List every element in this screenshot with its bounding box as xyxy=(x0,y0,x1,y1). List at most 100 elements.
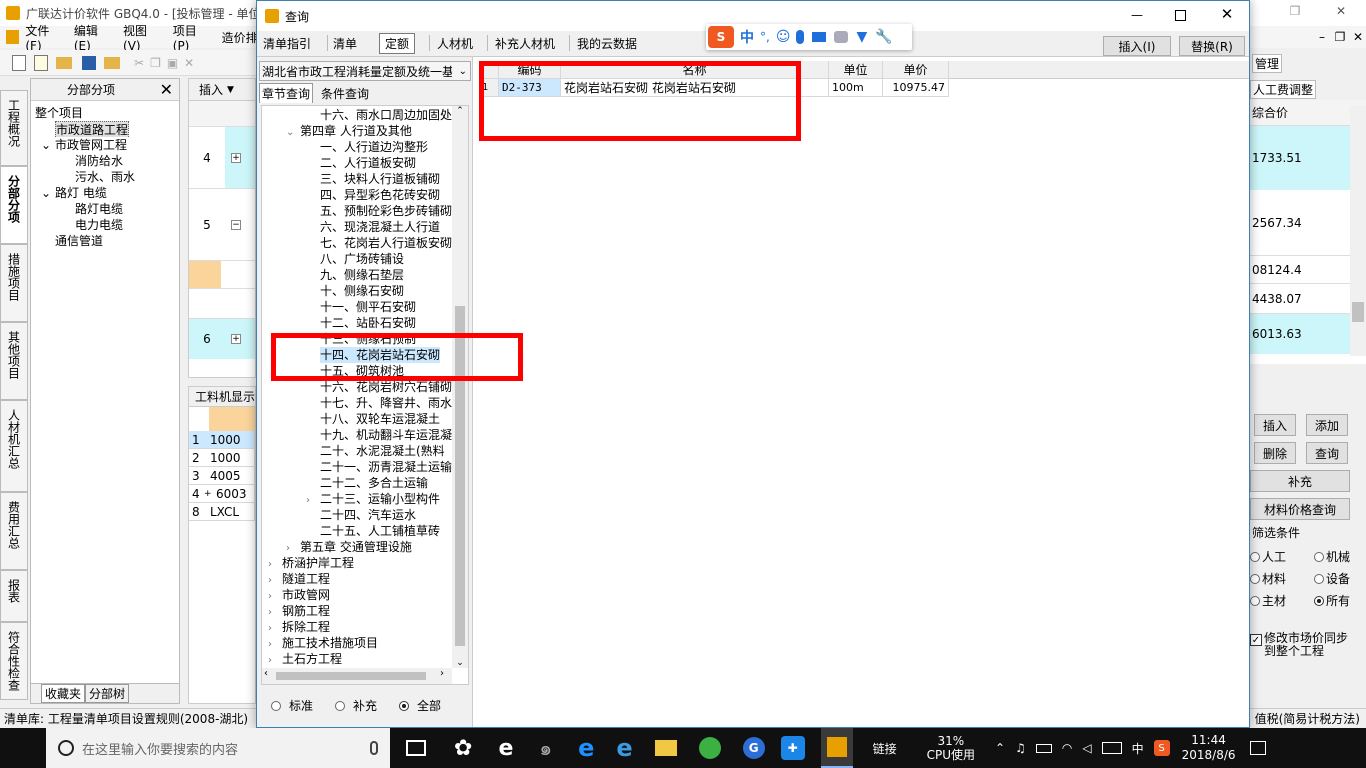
chevron-right-icon[interactable]: › xyxy=(286,541,300,555)
replace-button[interactable]: 替换(R) xyxy=(1179,36,1245,56)
tree-node[interactable]: 十一、侧平石安砌 xyxy=(262,299,468,315)
tab-bill-guide[interactable]: 清单指引 xyxy=(263,35,311,52)
tree-node[interactable]: › 市政管网 xyxy=(262,587,468,603)
edge-icon[interactable]: e xyxy=(578,734,594,762)
tree-road[interactable]: 市政道路工程 xyxy=(55,121,130,137)
dialog-close-icon[interactable]: ✕ xyxy=(1219,5,1235,23)
tree-node[interactable]: 九、侧缘石垫层 xyxy=(262,267,468,283)
col-unit[interactable]: 单位 xyxy=(829,60,883,79)
sidebar-tab-costs[interactable]: 费用汇总 xyxy=(0,492,28,570)
tree-node[interactable]: 八、广场砖铺设 xyxy=(262,251,468,267)
tree-node[interactable]: › 土石方工程 xyxy=(262,651,468,667)
tree-root[interactable]: 整个项目 xyxy=(35,105,179,121)
bg-restore-icon[interactable]: ❐ xyxy=(1288,4,1302,18)
radio-all[interactable]: 全部 xyxy=(399,697,441,714)
bg-close-icon[interactable]: ✕ xyxy=(1334,4,1348,18)
tree-node[interactable]: 五、预制砼彩色步砖铺砌 xyxy=(262,203,468,219)
tree-node[interactable]: 十、侧缘石安砌 xyxy=(262,283,468,299)
expand-icon-3[interactable]: + xyxy=(204,485,216,502)
chevron-right-icon[interactable]: › xyxy=(268,589,282,603)
mic-icon[interactable] xyxy=(370,741,378,755)
sidebar-tab-overview[interactable]: 工程概况 xyxy=(0,90,28,166)
sidebar-tab-check[interactable]: 符合性检查 xyxy=(0,622,28,700)
tree-node[interactable]: › 钢筋工程 xyxy=(262,603,468,619)
menu-edit[interactable]: 编辑(E) xyxy=(74,22,113,53)
labor-tab[interactable]: 工料机显示 xyxy=(189,387,255,407)
dialog-maximize-icon[interactable] xyxy=(1175,10,1186,21)
green-browser-icon[interactable] xyxy=(698,737,721,759)
tree-node[interactable]: 十八、双轮车运混凝土 xyxy=(262,411,468,427)
task-view-icon[interactable] xyxy=(406,740,426,756)
tray-sogou-icon[interactable]: S xyxy=(1153,740,1170,756)
chevron-right-icon[interactable]: › xyxy=(268,653,282,667)
tab-supp-resources[interactable]: 补充人材机 xyxy=(495,35,555,52)
tree-node[interactable]: › 第五章 交通管理设施 xyxy=(262,539,468,555)
tab-quota[interactable]: 定额 xyxy=(379,33,416,54)
tree-node[interactable]: 十六、雨水口周边加固处 xyxy=(262,107,468,123)
insert-button[interactable]: 插入(I) xyxy=(1103,36,1171,56)
chevron-right-icon[interactable]: › xyxy=(268,621,282,635)
sidebar-tab-report[interactable]: 报表 xyxy=(0,570,28,622)
tab-favorites[interactable]: 收藏夹 xyxy=(41,684,86,703)
tree-node[interactable]: 二十、水泥混凝土(熟料 xyxy=(262,443,468,459)
left-panel-close-icon[interactable]: ✕ xyxy=(160,80,173,99)
taskbar-search[interactable]: 在这里输入你要搜索的内容 xyxy=(46,728,390,768)
tab-cloud-data[interactable]: 我的云数据 xyxy=(577,35,637,52)
chevron-right-icon[interactable]: › xyxy=(268,557,282,571)
tree-node[interactable]: 二、人行道板安砌 xyxy=(262,155,468,171)
right-scrollbar[interactable] xyxy=(1350,106,1366,356)
tree-light-cable[interactable]: 路灯电缆 xyxy=(35,201,179,217)
sidebar-tab-other[interactable]: 其他项目 xyxy=(0,322,28,400)
rp-delete-button[interactable]: 删除 xyxy=(1254,442,1296,464)
tree-node[interactable]: 四、异型彩色花砖安砌 xyxy=(262,187,468,203)
radio-standard[interactable]: 标准 xyxy=(271,697,313,714)
shirt-icon[interactable]: ▼ xyxy=(856,29,867,45)
sidebar-tab-resources[interactable]: 人材机汇总 xyxy=(0,400,28,492)
filter-all[interactable]: 所有 xyxy=(1314,592,1350,609)
tree-node[interactable]: 七、花岗岩人行道板安砌 xyxy=(262,235,468,251)
scroll-right-icon[interactable]: › xyxy=(440,668,444,679)
microphone-icon[interactable] xyxy=(796,30,805,44)
gbq-app-icon[interactable] xyxy=(820,728,853,768)
cut-icon[interactable]: ✂ xyxy=(134,56,144,70)
labor-row[interactable]: 3 4005 xyxy=(189,467,255,485)
main-row-5-sub[interactable] xyxy=(189,261,255,289)
sogou-logo-icon[interactable]: S xyxy=(708,26,734,48)
tray-battery-icon[interactable] xyxy=(1035,743,1052,753)
scroll-left-icon[interactable]: ‹ xyxy=(264,668,268,679)
filter-labor[interactable]: 人工 xyxy=(1250,548,1286,565)
tree-sewage[interactable]: 污水、雨水 xyxy=(35,169,179,185)
file-explorer-icon[interactable] xyxy=(654,740,677,756)
library-select[interactable]: 湖北省市政工程消耗量定额及统一基 ⌄ xyxy=(259,61,471,81)
rp-query-button[interactable]: 查询 xyxy=(1306,442,1348,464)
tray-keyboard-icon[interactable] xyxy=(1101,742,1122,754)
tree-node[interactable]: 十六、花岗岩树穴石铺砌 xyxy=(262,379,468,395)
tree-node[interactable]: 十九、机动翻斗车运混凝 xyxy=(262,427,468,443)
tray-ime[interactable]: 中 xyxy=(1132,740,1144,757)
subtab-chapter[interactable]: 章节查询 xyxy=(259,83,314,103)
mdi-close-icon[interactable]: ✕ xyxy=(1352,30,1364,44)
label-manage[interactable]: 管理 xyxy=(1252,53,1283,73)
tree-collapse-icon[interactable]: ⌄ xyxy=(41,137,55,153)
delete-icon[interactable]: ✕ xyxy=(184,56,194,70)
rp-price-query-button[interactable]: 材料价格查询 xyxy=(1250,498,1350,520)
tree-hscroll[interactable]: ‹ › xyxy=(262,668,452,684)
open-folder-icon[interactable] xyxy=(56,56,72,69)
tree-node[interactable]: 十二、站卧石安砌 xyxy=(262,315,468,331)
keyboard-icon[interactable] xyxy=(812,32,827,42)
tree-fire[interactable]: 消防给水 xyxy=(35,153,179,169)
menu-project[interactable]: 项目(P) xyxy=(173,22,212,53)
start-windows-icon[interactable] xyxy=(14,739,32,757)
folder-icon[interactable] xyxy=(104,56,120,69)
labor-row[interactable]: 1 1000 xyxy=(189,431,255,449)
ie-icon[interactable]: e xyxy=(498,736,513,761)
chevron-right-icon[interactable]: › xyxy=(268,573,282,587)
labor-row[interactable]: 8 LXCL xyxy=(189,503,255,521)
new-file-icon[interactable] xyxy=(12,54,26,71)
label-labor-adjust[interactable]: 人工费调整 xyxy=(1250,79,1317,99)
menu-view[interactable]: 视图(V) xyxy=(123,22,163,53)
expand-icon[interactable]: + xyxy=(231,152,241,163)
tree-node[interactable]: 二十五、人工铺植草砖 xyxy=(262,523,468,539)
tab-bill[interactable]: 清单 xyxy=(333,35,357,52)
tree-pipe[interactable]: 市政管网工程 xyxy=(55,137,127,153)
